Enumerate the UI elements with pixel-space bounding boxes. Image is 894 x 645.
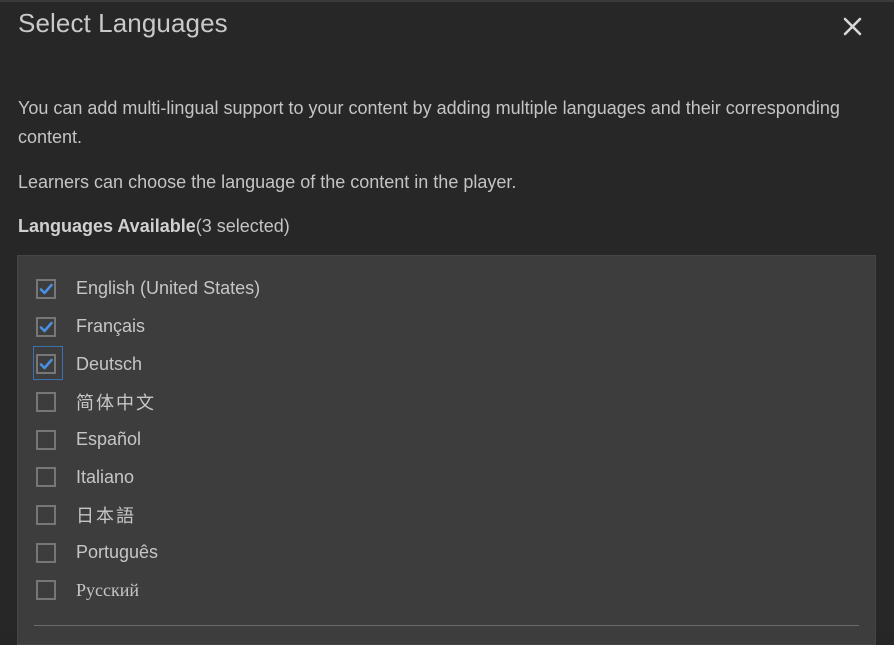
checkbox[interactable] [36, 542, 56, 563]
description-multilingual: You can add multi-lingual support to you… [18, 98, 840, 147]
close-button[interactable] [838, 12, 868, 42]
language-option-german[interactable]: Deutsch [33, 345, 260, 383]
languages-available-heading: Languages Available(3 selected) [18, 212, 290, 241]
checkmark-icon [39, 283, 53, 295]
language-label: 日本語 [76, 505, 136, 527]
description-learners: Learners can choose the language of the … [18, 172, 517, 192]
divider [34, 625, 859, 626]
checkbox[interactable] [36, 391, 56, 412]
close-icon [843, 17, 862, 36]
checkbox[interactable] [36, 429, 56, 450]
language-label: Deutsch [76, 353, 143, 374]
language-option-spanish[interactable]: Español [34, 421, 260, 459]
checkmark-icon [39, 358, 53, 370]
checkbox[interactable] [36, 580, 56, 601]
language-label: Português [76, 542, 159, 563]
selected-count: (3 selected) [195, 216, 290, 236]
checkbox[interactable] [36, 504, 56, 525]
language-option-japanese[interactable]: 日本語 [34, 496, 260, 534]
language-option-italian[interactable]: Italiano [34, 458, 260, 496]
language-list-panel: English (United States) Français Deutsch [17, 255, 876, 645]
language-option-french[interactable]: Français [34, 308, 260, 346]
language-option-simplified-chinese[interactable]: 简体中文 [34, 383, 260, 421]
language-label: Italiano [76, 466, 135, 487]
checkmark-icon [39, 321, 53, 332]
language-label: English (United States) [76, 278, 261, 299]
language-label: Русский [76, 579, 139, 600]
checkbox[interactable] [36, 467, 56, 488]
checkbox[interactable] [36, 316, 56, 337]
languages-available-label: Languages Available [18, 216, 196, 236]
language-label: 简体中文 [76, 392, 156, 414]
language-label: Español [76, 429, 142, 450]
language-option-portuguese[interactable]: Português [34, 534, 260, 572]
language-option-english[interactable]: English (United States) [34, 270, 260, 308]
checkbox[interactable] [36, 354, 56, 375]
dialog-title: Select Languages [18, 8, 228, 38]
checkbox[interactable] [36, 278, 56, 299]
language-label: Français [76, 316, 146, 337]
language-option-russian[interactable]: Русский [34, 572, 260, 610]
language-list: English (United States) Français Deutsch [33, 270, 260, 610]
select-languages-dialog: Select Languages You can add multi-lingu… [0, 0, 894, 645]
